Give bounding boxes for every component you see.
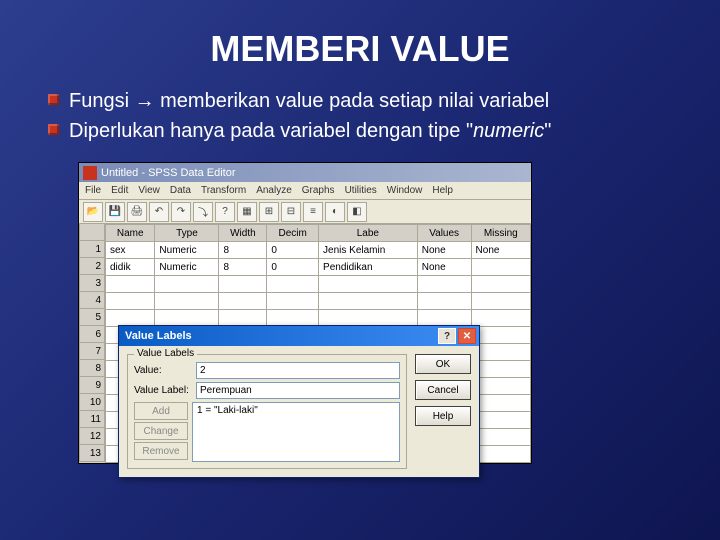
labels-icon[interactable]: ≡ [303,202,323,222]
menu-transform[interactable]: Transform [201,185,246,196]
add-button[interactable]: Add [134,402,188,420]
col-width[interactable]: Width [219,225,267,242]
remove-button[interactable]: Remove [134,442,188,460]
undo-icon[interactable]: ↶ [149,202,169,222]
menu-edit[interactable]: Edit [111,185,128,196]
table-row[interactable]: sex Numeric 8 0 Jenis Kelamin None None [106,242,531,259]
menu-file[interactable]: File [85,185,101,196]
menu-window[interactable]: Window [387,185,423,196]
cell[interactable]: Jenis Kelamin [319,242,418,259]
redo-icon[interactable]: ↷ [171,202,191,222]
cell[interactable] [471,259,530,276]
menu-data[interactable]: Data [170,185,191,196]
weight-icon[interactable]: ⊟ [281,202,301,222]
labels-listbox[interactable]: 1 = "Laki-laki" [192,402,400,462]
row-headers: 1 2 3 4 5 6 7 8 9 10 11 12 13 [79,224,105,463]
menu-utilities[interactable]: Utilities [345,185,377,196]
ok-button[interactable]: OK [415,354,471,374]
bullet-list: Fungsi → memberikan value pada setiap ni… [0,88,720,162]
cell[interactable]: None [471,242,530,259]
table-row[interactable] [106,310,531,327]
bullet-icon [48,124,59,135]
cancel-button[interactable]: Cancel [415,380,471,400]
open-icon[interactable]: 📂 [83,202,103,222]
table-row[interactable] [106,276,531,293]
row-header[interactable]: 1 [79,241,105,258]
row-header[interactable]: 3 [79,275,105,292]
spss-title-text: Untitled - SPSS Data Editor [101,167,236,179]
value-label: Value: [134,365,192,376]
cell[interactable]: 8 [219,259,267,276]
value-input[interactable]: 2 [196,362,400,379]
spss-app-icon [83,166,97,180]
find-icon[interactable]: ? [215,202,235,222]
row-header[interactable]: 5 [79,309,105,326]
valname-label: Value Label: [134,385,192,396]
row-header[interactable]: 2 [79,258,105,275]
close-icon[interactable]: ✕ [458,328,476,344]
change-button[interactable]: Change [134,422,188,440]
vars-icon[interactable]: ▦ [237,202,257,222]
help-icon[interactable]: ? [438,328,456,344]
bullet-text: Diperlukan hanya pada variabel dengan ti… [69,118,551,144]
row-header[interactable]: 12 [79,428,105,445]
row-header[interactable]: 4 [79,292,105,309]
cell[interactable]: didik [106,259,155,276]
bullet-icon [48,94,59,105]
row-header[interactable]: 13 [79,445,105,462]
col-type[interactable]: Type [155,225,219,242]
help-button[interactable]: Help [415,406,471,426]
print-icon[interactable]: 🖨 [127,202,147,222]
bullet-text: Fungsi → memberikan value pada setiap ni… [69,88,549,114]
chart-icon[interactable]: ◐ [325,202,345,222]
column-headers: Name Type Width Decim Labe Values Missin… [106,225,531,242]
menu-help[interactable]: Help [432,185,453,196]
toolbar: 📂 💾 🖨 ↶ ↷ ⤵ ? ▦ ⊞ ⊟ ≡ ◐ ◧ [79,200,531,224]
table-row[interactable]: didik Numeric 8 0 Pendidikan None [106,259,531,276]
cell[interactable]: 8 [219,242,267,259]
cell[interactable]: 0 [267,259,319,276]
menu-graphs[interactable]: Graphs [302,185,335,196]
cell[interactable]: sex [106,242,155,259]
menu-view[interactable]: View [138,185,160,196]
row-header[interactable]: 8 [79,360,105,377]
row-header[interactable]: 7 [79,343,105,360]
row-header[interactable]: 9 [79,377,105,394]
cell[interactable]: None [417,242,471,259]
row-header[interactable]: 6 [79,326,105,343]
menubar[interactable]: File Edit View Data Transform Analyze Gr… [79,182,531,200]
col-values[interactable]: Values [417,225,471,242]
col-missing[interactable]: Missing [471,225,530,242]
col-name[interactable]: Name [106,225,155,242]
pivot-icon[interactable]: ◧ [347,202,367,222]
table-row[interactable] [106,293,531,310]
col-decim[interactable]: Decim [267,225,319,242]
spss-titlebar: Untitled - SPSS Data Editor [79,163,531,182]
valname-input[interactable]: Perempuan [196,382,400,399]
row-header[interactable]: 10 [79,394,105,411]
value-labels-dialog: Value Labels ? ✕ Value Labels Value: 2 V… [118,325,480,478]
list-item[interactable]: 1 = "Laki-laki" [197,405,395,416]
dialog-titlebar[interactable]: Value Labels ? ✕ [119,326,479,346]
select-icon[interactable]: ⊞ [259,202,279,222]
cell[interactable]: Numeric [155,259,219,276]
cell[interactable]: Pendidikan [319,259,418,276]
dialog-title-text: Value Labels [125,330,192,342]
value-labels-groupbox: Value Labels Value: 2 Value Label: Perem… [127,354,407,469]
row-header[interactable]: 11 [79,411,105,428]
bullet-item: Fungsi → memberikan value pada setiap ni… [48,88,672,114]
cell[interactable]: None [417,259,471,276]
menu-analyze[interactable]: Analyze [256,185,292,196]
col-label[interactable]: Labe [319,225,418,242]
bullet-item: Diperlukan hanya pada variabel dengan ti… [48,118,672,144]
grid-corner [79,224,105,241]
cell[interactable]: 0 [267,242,319,259]
save-icon[interactable]: 💾 [105,202,125,222]
cell[interactable]: Numeric [155,242,219,259]
goto-icon[interactable]: ⤵ [193,202,213,222]
groupbox-legend: Value Labels [134,348,197,359]
slide-title: MEMBERI VALUE [0,0,720,88]
